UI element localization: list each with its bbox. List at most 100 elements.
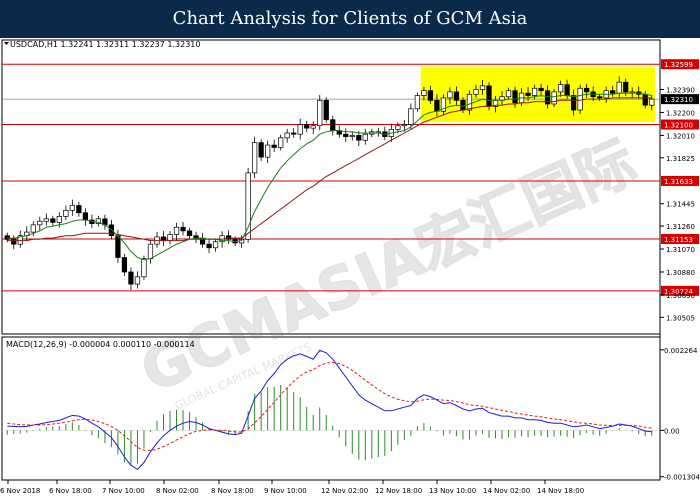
macd-histogram-bar [176,409,178,431]
macd-histogram-bar [52,426,54,431]
macd-histogram-bar [534,430,536,436]
macd-histogram-bar [468,430,470,440]
candle-bear [570,95,577,111]
macd-header: MACD(12,26,9) -0.000004 0.000110 -0.0001… [6,340,195,349]
candle-bear [610,90,616,94]
macd-histogram-bar [273,387,275,431]
candle-bear [642,93,648,106]
macd-histogram-bar [325,414,327,431]
macd-histogram-bar [436,430,438,432]
candle-bull [212,241,219,249]
macd-histogram-bar [234,430,236,435]
time-tick-label: 6 Nov 2018 [0,487,40,495]
macd-histogram-bar [449,430,451,434]
macd-histogram-bar [377,430,379,458]
macd-histogram-bar [312,414,314,431]
macd-histogram-bar [462,430,464,440]
macd-histogram-bar [566,430,568,437]
price-tick-label: 1.31070 [666,246,695,254]
macd-histogram-bar [286,387,288,431]
candle-bear [597,96,603,99]
candle-bear [4,235,10,240]
macd-histogram-bar [631,430,633,432]
macd-histogram-bar [573,430,575,438]
level-label: 1.31633 [664,178,693,186]
candle-bear [50,218,56,223]
candle-bull [531,87,538,96]
price-tick-label: 1.30880 [666,269,695,277]
price-tick-label: 1.31260 [666,223,695,231]
candle-bear [258,142,264,158]
macd-histogram-bar [149,430,151,432]
macd-histogram-bar [521,430,523,437]
macd-histogram-bar [45,427,47,431]
candle-bear [343,133,349,137]
candle-bear [525,92,531,96]
macd-histogram-bar [293,391,295,431]
macd-histogram-bar [390,430,392,452]
macd-histogram-bar [560,430,562,436]
price-tick-label: 1.30505 [666,314,695,322]
macd-histogram-bar [442,430,444,436]
candle-bull [557,84,564,93]
candle-bull [167,234,173,241]
macd-histogram-bar [358,430,360,460]
macd-histogram-bar [586,430,588,434]
macd-histogram-bar [65,423,67,431]
candle-bull [173,226,180,235]
candle-bear [323,99,329,121]
candle-bear [206,243,212,249]
price-tick-label: 1.31825 [666,155,695,163]
macd-histogram-bar [651,430,653,436]
candle-bear [434,99,440,112]
candle-bull [362,133,368,141]
candle-bull [421,90,427,96]
macd-histogram-bar [345,430,347,447]
macd-histogram-bar [299,397,301,431]
candle-bear [356,135,362,141]
candle-bull [349,135,355,137]
chart-svg: GCMASIA宏汇国际 GLOBAL CAPITAL MARKETS 1.325… [0,38,700,500]
candle-bear [271,144,277,148]
candle-bear [11,238,17,245]
macd-histogram-bar [384,430,386,456]
macd-histogram-bar [58,426,60,431]
macd-histogram-bar [169,410,171,431]
macd-histogram-bar [78,425,80,431]
time-tick-label: 12 Nov 02:00 [321,487,368,495]
candle-bull [69,205,75,211]
macd-histogram-bar [501,430,503,439]
macd-histogram-bar [143,430,145,449]
candle-bull [43,218,49,222]
candle-bear [291,132,297,135]
macd-histogram-bar [130,430,132,466]
price-tick-label: 1.32390 [666,86,695,94]
candle-bull [479,85,486,90]
time-tick-label: 6 Nov 18:00 [49,487,92,495]
candle-bull [134,276,141,285]
time-tick-label: 13 Nov 10:00 [429,487,476,495]
candle-bear [538,87,544,92]
macd-histogram-bar [416,426,418,431]
macd-histogram-bar [371,430,373,459]
level-label: 1.32599 [664,61,693,69]
candle-bull [577,87,583,111]
candle-bear [121,257,128,273]
candle-bear [160,236,167,241]
candle-bear [427,90,434,101]
candle-bear [564,84,570,96]
macd-histogram-bar [13,430,15,435]
macd-histogram-bar [260,392,262,431]
macd-histogram-bar [508,430,510,438]
macd-histogram-bar [579,430,581,436]
macd-histogram-bar [410,430,412,436]
candle-bull [278,137,284,148]
macd-tick-label: 0.002264 [664,347,698,355]
macd-histogram-bar [6,430,8,435]
candle-bear [82,212,89,221]
macd-histogram-bar [39,428,41,431]
price-tick-label: 1.32200 [666,109,695,117]
level-label: 1.31153 [664,236,693,244]
time-tick-label: 12 Nov 18:00 [375,487,422,495]
candle-bull [30,224,36,233]
